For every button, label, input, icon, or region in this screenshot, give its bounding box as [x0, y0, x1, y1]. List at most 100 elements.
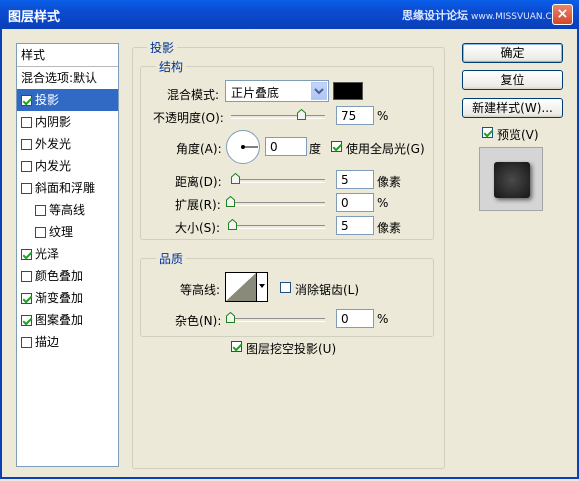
watermark: 思缘设计论坛 www.MISSVUAN.COM: [402, 7, 567, 23]
preview-swatch: [494, 162, 530, 198]
size-input[interactable]: 5: [336, 216, 374, 235]
angle-input[interactable]: 0: [265, 137, 307, 156]
noise-unit: %: [377, 312, 389, 326]
style-checkbox[interactable]: [21, 139, 32, 150]
preview-checkbox[interactable]: [482, 127, 493, 138]
reset-button[interactable]: 复位: [462, 70, 563, 90]
style-list-item[interactable]: 描边: [17, 331, 118, 353]
style-list-item-label: 混合选项:默认: [21, 71, 98, 85]
style-list-item-label: 外发光: [35, 137, 72, 151]
angle-dial-icon[interactable]: [225, 129, 261, 165]
style-list-items: 混合选项:默认投影内阴影外发光内发光斜面和浮雕等高线纹理光泽颜色叠加渐变叠加图案…: [17, 67, 118, 353]
blend-mode-label: 混合模式:: [167, 88, 220, 102]
size-slider-track[interactable]: [231, 225, 325, 229]
spread-slider-track[interactable]: [231, 202, 325, 206]
opacity-unit: %: [377, 109, 389, 123]
new-style-button[interactable]: 新建样式(W)...: [462, 98, 563, 118]
distance-label: 距离(D):: [175, 175, 222, 189]
noise-label: 杂色(N):: [175, 314, 222, 328]
style-list-item-label: 斜面和浮雕: [35, 181, 96, 195]
style-list-item[interactable]: 斜面和浮雕: [17, 177, 118, 199]
style-list-item-label: 纹理: [49, 225, 74, 239]
style-list-item[interactable]: 等高线: [17, 199, 118, 221]
noise-input[interactable]: 0: [336, 309, 374, 328]
angle-unit: 度: [309, 142, 322, 156]
style-checkbox[interactable]: [21, 315, 32, 326]
chevron-down-icon[interactable]: [311, 82, 327, 100]
spread-label: 扩展(R):: [175, 198, 221, 212]
drop-shadow-title: 投影: [147, 39, 178, 56]
dialog-title: 图层样式: [8, 10, 61, 25]
style-checkbox[interactable]: [21, 249, 32, 260]
style-checkbox[interactable]: [21, 183, 32, 194]
opacity-slider-track[interactable]: [231, 115, 325, 119]
style-list-item[interactable]: 内阴影: [17, 111, 118, 133]
style-list-item-label: 内发光: [35, 159, 72, 173]
style-list-item-label: 投影: [35, 93, 60, 107]
shadow-color-swatch[interactable]: [333, 82, 363, 100]
knockout-checkbox[interactable]: [231, 341, 242, 352]
style-checkbox[interactable]: [21, 293, 32, 304]
spread-slider-thumb[interactable]: [226, 196, 235, 207]
style-checkbox[interactable]: [35, 205, 46, 216]
style-checkbox[interactable]: [21, 337, 32, 348]
style-list-item[interactable]: 投影: [17, 89, 118, 111]
contour-picker[interactable]: [225, 272, 268, 302]
size-unit: 像素: [377, 221, 402, 235]
global-light-checkbox[interactable]: [331, 141, 342, 152]
noise-slider-thumb[interactable]: [226, 312, 235, 323]
style-list-item[interactable]: 外发光: [17, 133, 118, 155]
style-list-item[interactable]: 混合选项:默认: [17, 67, 118, 89]
distance-slider-thumb[interactable]: [231, 173, 240, 184]
style-list-item[interactable]: 光泽: [17, 243, 118, 265]
spread-input[interactable]: 0: [336, 193, 374, 212]
style-list-item[interactable]: 纹理: [17, 221, 118, 243]
style-list-item[interactable]: 颜色叠加: [17, 265, 118, 287]
preview-label: 预览(V): [497, 128, 539, 142]
size-slider-thumb[interactable]: [228, 219, 237, 230]
style-checkbox[interactable]: [21, 271, 32, 282]
chevron-down-icon: [259, 284, 265, 288]
size-label: 大小(S):: [175, 221, 221, 235]
style-checkbox[interactable]: [21, 161, 32, 172]
style-checkbox[interactable]: [35, 227, 46, 238]
distance-input[interactable]: 5: [336, 170, 374, 189]
style-list-item-label: 颜色叠加: [35, 269, 84, 283]
style-list-item-label: 等高线: [49, 203, 86, 217]
style-list-item[interactable]: 内发光: [17, 155, 118, 177]
contour-label: 等高线:: [180, 283, 221, 297]
style-list-item-label: 渐变叠加: [35, 291, 84, 305]
opacity-label: 不透明度(O):: [153, 111, 224, 125]
opacity-slider-thumb[interactable]: [297, 109, 306, 120]
ok-button[interactable]: 确定: [462, 43, 563, 63]
structure-title: 结构: [156, 58, 187, 75]
close-icon[interactable]: ×: [552, 4, 573, 25]
style-list-item-label: 描边: [35, 335, 60, 349]
watermark-cn: 思缘设计论坛: [402, 9, 468, 22]
distance-slider-track[interactable]: [231, 179, 325, 183]
preview-thumbnail: [479, 147, 543, 211]
blend-mode-value: 正片叠底: [231, 86, 280, 100]
style-list-item[interactable]: 渐变叠加: [17, 287, 118, 309]
style-list-header: 样式: [17, 44, 118, 67]
title-bar[interactable]: 图层样式 思缘设计论坛 www.MISSVUAN.COM ×: [0, 0, 579, 29]
anti-alias-label: 消除锯齿(L): [295, 283, 360, 297]
contour-preview-icon[interactable]: [225, 272, 257, 302]
spread-unit: %: [377, 196, 389, 210]
blend-mode-select[interactable]: 正片叠底: [225, 80, 329, 102]
style-checkbox[interactable]: [21, 95, 32, 106]
angle-label: 角度(A):: [176, 142, 222, 156]
style-list-item-label: 图案叠加: [35, 313, 84, 327]
contour-dropdown[interactable]: [257, 272, 268, 302]
quality-title: 品质: [156, 250, 187, 267]
style-list: 样式 混合选项:默认投影内阴影外发光内发光斜面和浮雕等高线纹理光泽颜色叠加渐变叠…: [16, 43, 119, 467]
style-list-item-label: 光泽: [35, 247, 60, 261]
style-list-item[interactable]: 图案叠加: [17, 309, 118, 331]
global-light-label: 使用全局光(G): [346, 142, 425, 156]
knockout-label: 图层挖空投影(U): [246, 342, 337, 356]
opacity-input[interactable]: 75: [336, 106, 374, 125]
style-checkbox[interactable]: [21, 117, 32, 128]
anti-alias-checkbox[interactable]: [280, 282, 291, 293]
style-list-item-label: 内阴影: [35, 115, 72, 129]
noise-slider-track[interactable]: [231, 318, 325, 322]
